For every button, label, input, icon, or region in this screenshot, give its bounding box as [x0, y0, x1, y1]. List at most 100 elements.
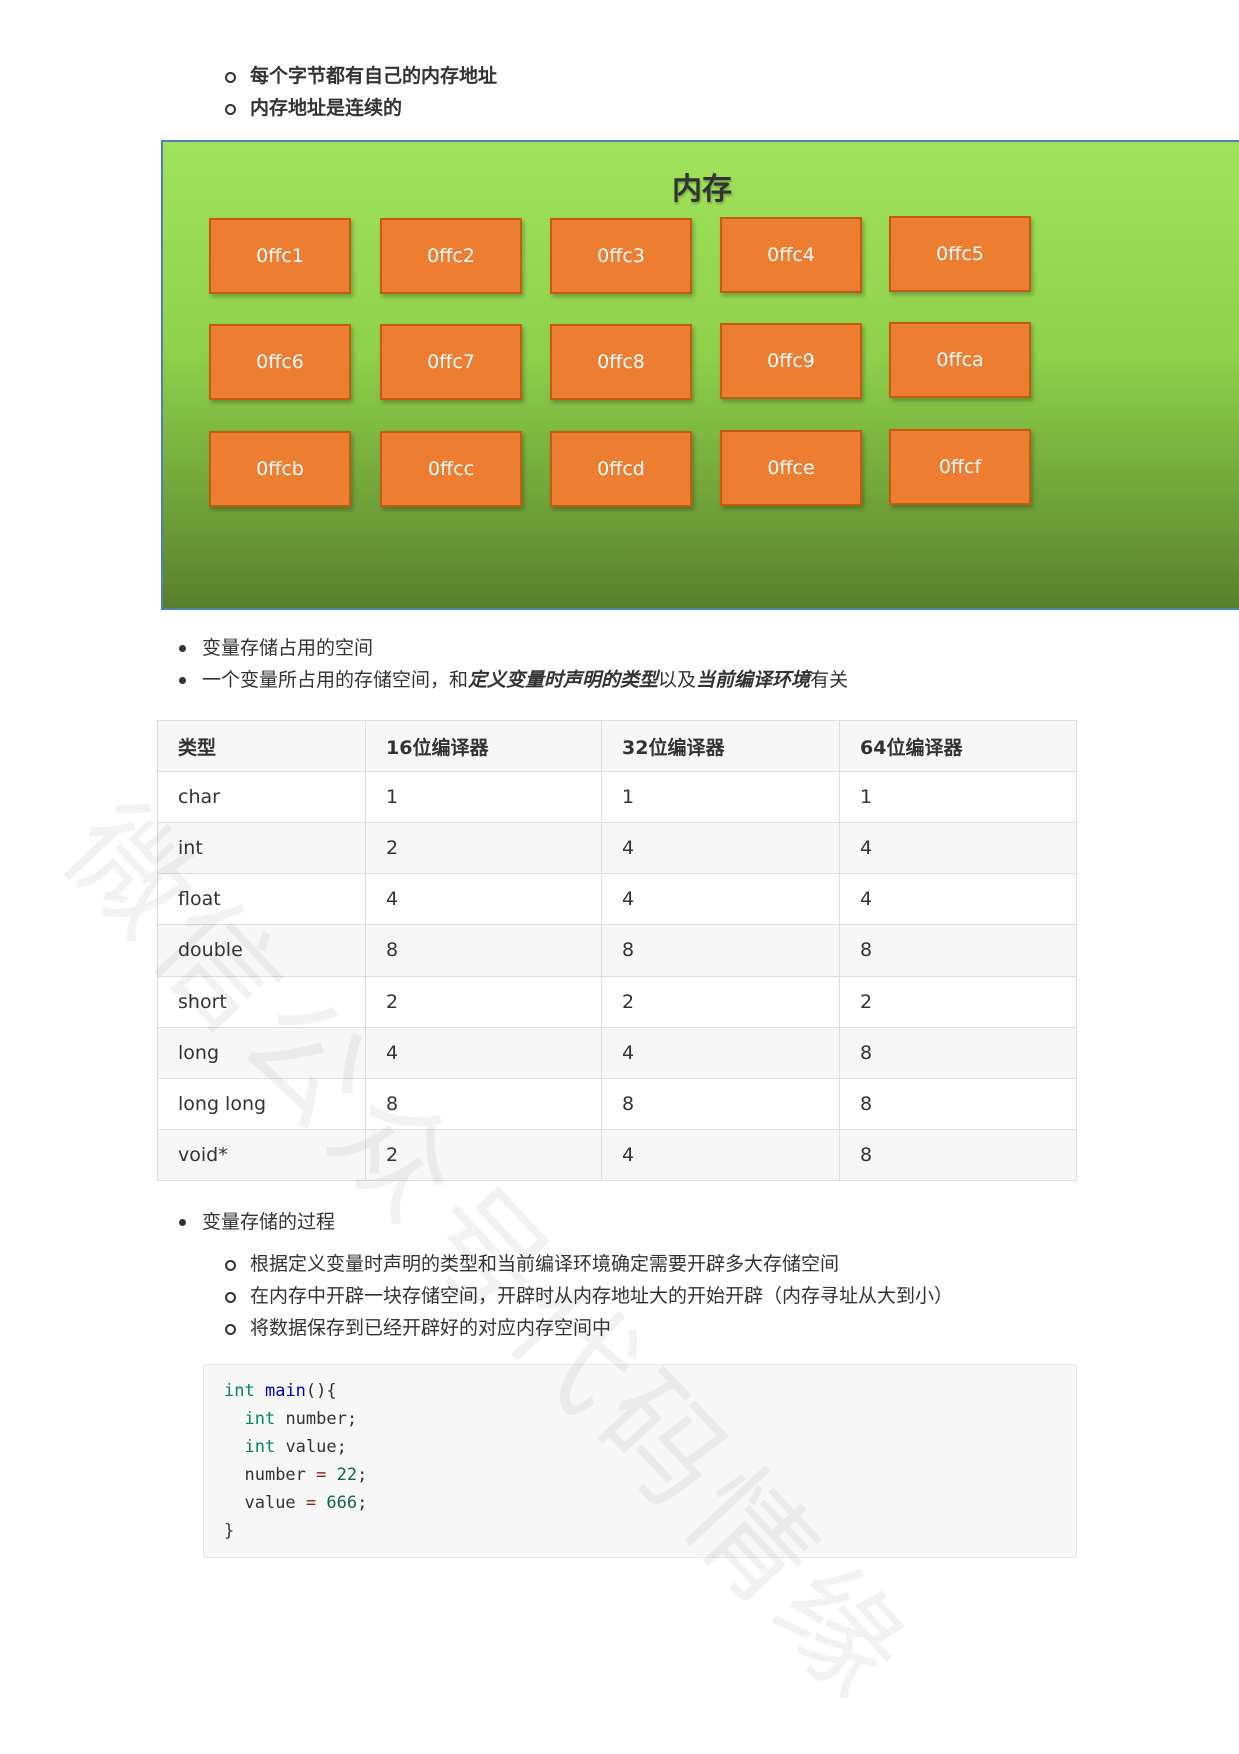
table-cell: 8 — [839, 1128, 1077, 1182]
memory-cell: 0ffc2 — [380, 218, 522, 294]
table-cell: long long — [157, 1077, 366, 1130]
list-item: 在内存中开辟一块存储空间，开辟时从内存地址大的开始开辟（内存寻址从大到小） — [224, 1280, 953, 1312]
memory-cell: 0ffc6 — [209, 324, 351, 400]
text-segment: 有关 — [810, 669, 849, 691]
storage-process-list: 变量存储的过程 — [178, 1206, 335, 1238]
list-item: 内存地址是连续的 — [224, 92, 497, 124]
code-keyword: int — [224, 1381, 255, 1401]
table-row: float 4 4 4 — [157, 873, 1077, 926]
memory-cell: 0ffc3 — [550, 218, 692, 294]
code-text: ; — [357, 1493, 368, 1513]
table-header: 类型 — [157, 720, 366, 772]
list-item: 每个字节都有自己的内存地址 — [224, 60, 497, 92]
memory-cell: 0ffcd — [550, 431, 692, 507]
table-row: char 1 1 1 — [157, 770, 1077, 824]
code-block: int main(){ int number; int value; numbe… — [203, 1364, 1077, 1558]
memory-cell: 0ffca — [889, 322, 1031, 398]
memory-cell: 0ffc7 — [380, 324, 522, 400]
code-line: int number; — [224, 1405, 1076, 1433]
table-row: long 4 4 8 — [157, 1026, 1077, 1079]
top-list: 每个字节都有自己的内存地址 内存地址是连续的 — [224, 60, 497, 124]
code-text: ; — [357, 1465, 368, 1485]
memory-cell: 0ffc5 — [889, 216, 1031, 292]
table-cell: float — [157, 873, 366, 926]
code-line: int main(){ — [224, 1377, 1076, 1405]
table-cell: 4 — [601, 873, 840, 926]
table-header-row: 类型 16位编译器 32位编译器 64位编译器 — [157, 720, 1077, 772]
table-cell: 8 — [365, 1077, 602, 1130]
code-number: 666 — [326, 1493, 358, 1513]
code-operator: = — [316, 1465, 327, 1485]
memory-cell: 0ffcb — [209, 431, 351, 507]
list-item: 根据定义变量时声明的类型和当前编译环境确定需要开辟多大存储空间 — [224, 1248, 953, 1280]
memory-cell: 0ffc9 — [720, 323, 862, 399]
table-row: short 2 2 2 — [157, 975, 1077, 1028]
table-cell: void* — [157, 1128, 366, 1182]
table-cell: 1 — [839, 770, 1077, 824]
memory-cell: 0ffc4 — [720, 217, 862, 293]
code-number: 22 — [336, 1465, 358, 1485]
memory-cell: 0ffcf — [889, 429, 1031, 505]
type-size-table: 类型 16位编译器 32位编译器 64位编译器 char 1 1 1 int 2… — [157, 720, 1077, 1182]
emphasis-text: 当前编译环境 — [696, 669, 811, 691]
table-cell: 4 — [601, 822, 840, 875]
table-cell: 4 — [839, 873, 1077, 926]
memory-cell: 0ffc1 — [209, 218, 351, 294]
list-item: 一个变量所占用的存储空间，和定义变量时声明的类型以及当前编译环境有关 — [178, 664, 849, 696]
table-cell: 2 — [365, 1128, 602, 1182]
code-line: } — [224, 1521, 235, 1541]
code-line: int value; — [224, 1433, 1076, 1461]
code-text: number — [244, 1465, 317, 1485]
table-cell: 4 — [365, 873, 602, 926]
list-item: 变量存储占用的空间 — [178, 632, 848, 664]
table-row: void* 2 4 8 — [157, 1128, 1077, 1182]
table-cell: 8 — [839, 924, 1077, 977]
table-cell: 4 — [601, 1026, 840, 1079]
storage-space-list: 变量存储占用的空间 一个变量所占用的存储空间，和定义变量时声明的类型以及当前编译… — [178, 632, 849, 696]
table-cell: char — [157, 770, 366, 824]
storage-steps-list: 根据定义变量时声明的类型和当前编译环境确定需要开辟多大存储空间 在内存中开辟一块… — [224, 1248, 953, 1344]
code-text: value — [244, 1493, 306, 1513]
list-item: 将数据保存到已经开辟好的对应内存空间中 — [224, 1312, 953, 1344]
table-cell: 1 — [601, 770, 840, 824]
table-cell: 4 — [365, 1026, 602, 1079]
table-cell: 4 — [601, 1128, 840, 1182]
code-keyword: int — [244, 1409, 276, 1429]
code-line: number = 22; — [224, 1461, 1076, 1489]
table-cell: 2 — [839, 975, 1077, 1028]
table-row: int 2 4 4 — [157, 822, 1077, 875]
memory-cell: 0ffcc — [380, 431, 522, 507]
code-text: number; — [275, 1409, 358, 1429]
table-cell: 8 — [365, 924, 602, 977]
code-text: value; — [275, 1437, 347, 1457]
table-row: double 8 8 8 — [157, 924, 1077, 977]
table-row: long long 8 8 8 — [157, 1077, 1077, 1130]
table-header: 16位编译器 — [365, 720, 602, 772]
code-line: value = 666; — [224, 1489, 1076, 1517]
table-header: 32位编译器 — [601, 720, 840, 772]
table-cell: double — [157, 924, 366, 977]
table-cell: 1 — [365, 770, 602, 824]
text-segment: 一个变量所占用的存储空间，和 — [202, 669, 469, 691]
memory-cell: 0ffce — [720, 430, 862, 506]
text-segment: 以及 — [658, 669, 697, 691]
table-cell: 2 — [601, 975, 840, 1028]
table-cell: 2 — [365, 975, 602, 1028]
table-cell: 8 — [839, 1026, 1077, 1079]
memory-title: 内存 — [672, 172, 732, 207]
code-function: main — [264, 1381, 306, 1401]
emphasis-text: 定义变量时声明的类型 — [468, 669, 659, 691]
code-operator: = — [305, 1493, 317, 1513]
code-keyword: int — [244, 1437, 276, 1457]
table-cell: 8 — [601, 924, 840, 977]
list-item: 变量存储的过程 — [178, 1206, 335, 1238]
table-cell: 8 — [839, 1077, 1077, 1130]
table-header: 64位编译器 — [839, 720, 1077, 772]
table-cell: short — [157, 975, 366, 1028]
code-text: (){ — [305, 1381, 337, 1401]
table-cell: int — [157, 822, 366, 875]
table-cell: long — [157, 1026, 366, 1079]
memory-diagram: 内存 0ffc1 0ffc2 0ffc3 0ffc4 0ffc5 0ffc6 0… — [161, 140, 1239, 610]
table-cell: 2 — [365, 822, 602, 875]
table-cell: 4 — [839, 822, 1077, 875]
